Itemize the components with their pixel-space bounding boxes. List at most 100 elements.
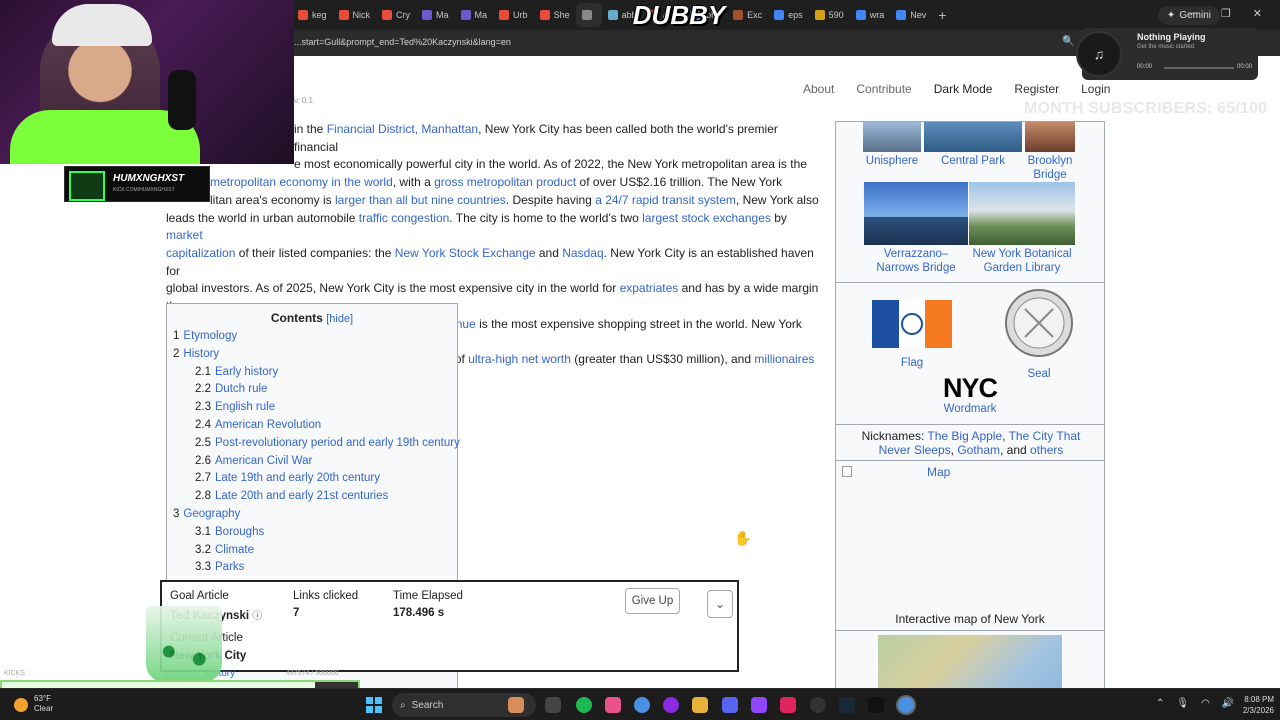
article-link[interactable]: a 24/7 rapid transit system: [595, 193, 736, 207]
caption-botanical[interactable]: New York Botanical Garden Library: [969, 247, 1075, 275]
map-placeholder[interactable]: Map: [842, 465, 950, 479]
seal-label[interactable]: Seal: [1002, 367, 1076, 381]
browser-tab[interactable]: 590: [809, 3, 850, 27]
article-link[interactable]: traffic congestion: [359, 211, 450, 225]
dark-mode-toggle[interactable]: Dark Mode: [934, 82, 993, 96]
toc-item[interactable]: 2.7 Late 19th and early 20th century: [195, 472, 380, 484]
browser-tab[interactable]: Nick: [333, 3, 377, 27]
toc-item[interactable]: 2.6 American Civil War: [195, 455, 312, 467]
toc-item[interactable]: 2.5 Post-revolutionary period and early 1…: [195, 437, 460, 449]
chrome-active-icon[interactable]: [898, 697, 914, 713]
browser-tab[interactable]: Cry: [376, 3, 416, 27]
music-app-icon[interactable]: [605, 697, 621, 713]
steam-icon[interactable]: [839, 697, 855, 713]
toc-item[interactable]: 2.2 Dutch rule: [195, 383, 267, 395]
toc-link[interactable]: Climate: [215, 544, 254, 556]
article-link[interactable]: New York Stock Exchange: [395, 246, 536, 260]
spotify-icon[interactable]: [576, 697, 592, 713]
paint-app-icon[interactable]: [508, 697, 524, 713]
toc-link[interactable]: English rule: [215, 401, 275, 413]
flag-label[interactable]: Flag: [872, 356, 952, 370]
article-link[interactable]: expatriates: [620, 281, 679, 295]
toc-link[interactable]: American Civil War: [215, 455, 312, 467]
article-link[interactable]: Financial District, Manhattan: [327, 122, 478, 136]
toc-link[interactable]: Dutch rule: [215, 383, 267, 395]
map-alt-text[interactable]: Map: [927, 465, 950, 479]
toc-item[interactable]: 3 Geography: [173, 508, 240, 520]
start-menu-icon[interactable]: [366, 697, 382, 713]
toc-link[interactable]: Late 20th and early 21st centuries: [215, 490, 388, 502]
streaming-app-icon[interactable]: [751, 697, 767, 713]
article-link[interactable]: largest stock exchanges: [642, 211, 771, 225]
wordmark-label[interactable]: Wordmark: [930, 402, 1010, 416]
nickname-big-apple[interactable]: The Big Apple: [927, 429, 1002, 443]
article-link[interactable]: capitalization: [166, 246, 235, 260]
caption-unisphere[interactable]: Unisphere: [863, 154, 921, 168]
nav-about-link[interactable]: About: [803, 82, 834, 96]
toc-item[interactable]: 3.2 Climate: [195, 544, 254, 556]
collapse-chevron-icon[interactable]: ⌄: [707, 590, 733, 618]
toc-link[interactable]: American Revolution: [215, 419, 321, 431]
infobox-flag[interactable]: Flag: [872, 300, 952, 370]
toc-item[interactable]: 1 Etymology: [173, 330, 237, 342]
browser-app-icon[interactable]: [663, 697, 679, 713]
browser-tab[interactable]: eps: [768, 3, 809, 27]
article-link[interactable]: millionaires: [754, 352, 814, 366]
nav-register-link[interactable]: Register: [1014, 82, 1059, 96]
task-view-icon[interactable]: [545, 697, 561, 713]
toc-item[interactable]: 2.1 Early history: [195, 366, 278, 378]
infobox-image-verrazzano[interactable]: Verrazzano–Narrows Bridge: [864, 182, 968, 275]
browser-tab[interactable]: [575, 3, 602, 27]
chrome-icon[interactable]: [634, 697, 650, 713]
browser-tab[interactable]: Urb: [493, 3, 534, 27]
nav-contribute-link[interactable]: Contribute: [856, 82, 911, 96]
caption-brooklyn-bridge[interactable]: Brooklyn Bridge: [1025, 154, 1075, 182]
toc-link[interactable]: Post-revolutionary period and early 19th…: [215, 437, 460, 449]
browser-tab[interactable]: Ma: [416, 3, 455, 27]
url-text[interactable]: ...start=Gull&prompt_end=Ted%20Kaczynski…: [294, 37, 511, 47]
article-link[interactable]: market: [166, 228, 203, 242]
article-link[interactable]: metropolitan economy in the world: [210, 175, 393, 189]
file-explorer-icon[interactable]: [692, 697, 708, 713]
info-icon[interactable]: ⓘ: [252, 611, 262, 622]
toc-item[interactable]: 3.3 Parks: [195, 561, 244, 573]
toc-link[interactable]: History: [183, 348, 219, 360]
toc-hide-link[interactable]: [hide]: [326, 313, 353, 325]
give-up-button[interactable]: Give Up: [625, 588, 680, 614]
toc-item[interactable]: 2.3 English rule: [195, 401, 275, 413]
terminal-icon[interactable]: [868, 697, 884, 713]
toc-link[interactable]: Late 19th and early 20th century: [215, 472, 380, 484]
toc-item[interactable]: 2.4 American Revolution: [195, 419, 321, 431]
red-app-icon[interactable]: [780, 697, 796, 713]
browser-tab[interactable]: Ma: [455, 3, 494, 27]
infobox-image-central-park[interactable]: Central Park: [924, 122, 1022, 168]
toc-item[interactable]: 2 History: [173, 348, 219, 360]
infobox-image-unisphere[interactable]: Unisphere: [863, 122, 921, 168]
infobox-image-botanical[interactable]: New York Botanical Garden Library: [969, 182, 1075, 275]
tray-chevron-icon[interactable]: ⌃: [1156, 698, 1164, 709]
toc-link[interactable]: Early history: [215, 366, 278, 378]
browser-tab[interactable]: Exc: [727, 3, 768, 27]
weather-icon[interactable]: [14, 698, 28, 712]
nyc-relief-map[interactable]: [878, 635, 1062, 691]
infobox-image-brooklyn-bridge[interactable]: Brooklyn Bridge: [1025, 122, 1075, 182]
nickname-gotham[interactable]: Gotham: [957, 443, 1000, 457]
toc-link[interactable]: Geography: [183, 508, 240, 520]
article-link[interactable]: ultra-high net worth: [468, 352, 571, 366]
mic-icon[interactable]: 🎙: [1176, 698, 1189, 709]
caption-verrazzano[interactable]: Verrazzano–Narrows Bridge: [864, 247, 968, 275]
browser-tab[interactable]: keg: [292, 3, 333, 27]
toc-link[interactable]: Boroughs: [215, 526, 264, 538]
browser-tab[interactable]: Nev: [890, 3, 932, 27]
taskbar-clock[interactable]: 8:08 PM 2/3/2026: [1226, 694, 1274, 716]
infobox-seal[interactable]: Seal: [1002, 287, 1076, 381]
wifi-icon[interactable]: ◠: [1201, 698, 1210, 709]
maximize-button[interactable]: ❐: [1221, 7, 1231, 20]
minimize-button[interactable]: —: [1188, 7, 1199, 20]
article-link[interactable]: larger than all but nine countries: [335, 193, 506, 207]
weather-widget[interactable]: 63°F Clear: [34, 694, 53, 714]
article-link[interactable]: gross metropolitan product: [434, 175, 576, 189]
infobox-wordmark[interactable]: NYC Wordmark: [930, 374, 1010, 416]
browser-tab[interactable]: She: [534, 3, 576, 27]
new-tab-button[interactable]: +: [932, 7, 952, 23]
